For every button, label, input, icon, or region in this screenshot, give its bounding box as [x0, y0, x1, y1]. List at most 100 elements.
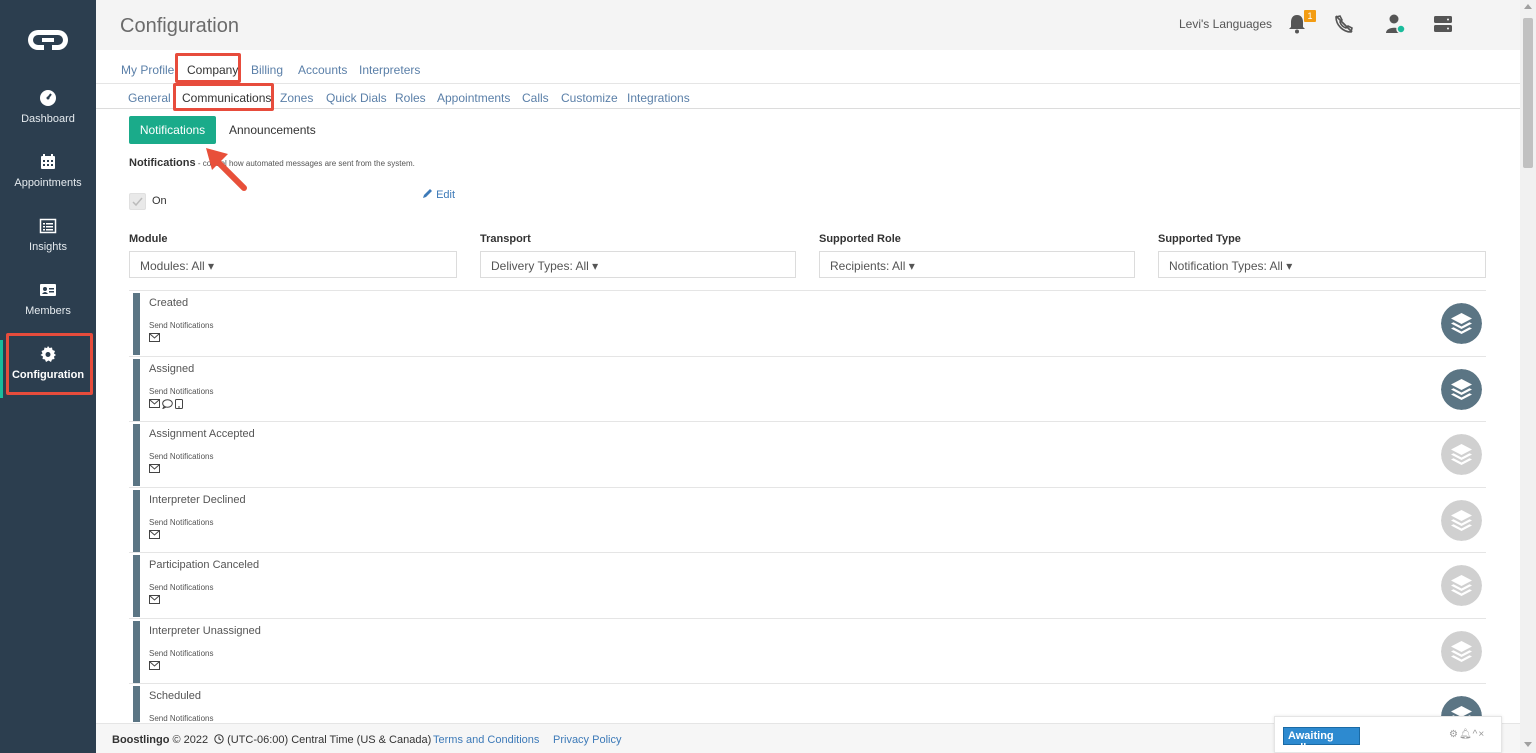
row-accent-bar: [133, 424, 140, 486]
notification-row[interactable]: Participation Canceled Send Notifications: [129, 553, 1486, 619]
edit-link[interactable]: Edit: [422, 188, 455, 201]
email-icon: [149, 398, 160, 408]
call-widget: Awaiting call... ⚙🔔︎^×: [1274, 716, 1502, 753]
call-widget-controls: ⚙🔔︎^×: [1449, 729, 1485, 740]
nav-label: Dashboard: [21, 113, 75, 125]
terms-link[interactable]: Terms and Conditions: [433, 734, 539, 746]
server-icon[interactable]: [1431, 12, 1455, 36]
row-accent-bar: [133, 555, 140, 617]
tab-roles[interactable]: Roles: [395, 91, 426, 105]
clock-icon: [214, 734, 224, 744]
scroll-up-arrow[interactable]: [1524, 4, 1532, 9]
row-title: Interpreter Unassigned: [149, 624, 261, 637]
nav-members[interactable]: Members: [0, 281, 96, 341]
row-subtitle: Send Notifications: [149, 452, 214, 461]
boostlingo-logo[interactable]: [28, 28, 68, 52]
notification-row[interactable]: Created Send Notifications: [129, 291, 1486, 357]
role-filter[interactable]: Recipients: All ▾: [819, 251, 1135, 278]
chat-icon: [161, 398, 173, 410]
nav-dashboard[interactable]: Dashboard: [0, 89, 96, 149]
row-accent-bar: [133, 620, 140, 683]
transport-filter-value: Delivery Types: All: [491, 259, 589, 273]
nav-insights[interactable]: Insights: [0, 217, 96, 277]
notifications-toggle[interactable]: [129, 193, 146, 210]
insights-icon: [39, 218, 57, 234]
nav-label: Appointments: [14, 177, 82, 189]
scrollbar[interactable]: [1520, 0, 1536, 753]
notification-row[interactable]: Assigned Send Notifications: [129, 357, 1486, 422]
row-title: Interpreter Declined: [149, 493, 246, 506]
tab-appointments[interactable]: Appointments: [437, 91, 510, 105]
dashboard-icon: [40, 90, 56, 106]
layers-icon[interactable]: [1441, 368, 1482, 410]
tab-general[interactable]: General: [128, 91, 171, 105]
layers-icon[interactable]: [1441, 434, 1482, 475]
layers-icon[interactable]: [1441, 630, 1482, 672]
filter-label-transport: Transport: [480, 233, 531, 245]
row-title: Created: [149, 297, 189, 309]
privacy-link[interactable]: Privacy Policy: [553, 734, 621, 746]
email-icon: [149, 529, 160, 539]
copyright: © 2022: [169, 734, 209, 746]
sidebar: Dashboard Appointments Insights Members …: [0, 0, 96, 753]
layers-icon[interactable]: [1441, 303, 1482, 344]
tab-calls[interactable]: Calls: [522, 91, 549, 105]
tab-zones[interactable]: Zones: [280, 91, 313, 105]
notification-row[interactable]: Interpreter Declined Send Notifications: [129, 488, 1486, 553]
caret-down-icon: ▾: [592, 259, 599, 273]
module-filter-value: Modules: All: [140, 259, 205, 273]
filter-label-role: Supported Role: [819, 233, 901, 245]
row-subtitle: Send Notifications: [149, 386, 214, 396]
row-accent-bar: [133, 686, 140, 722]
notifications-tab[interactable]: Notifications: [129, 116, 216, 144]
channel-icons: [149, 398, 185, 411]
announcements-tab[interactable]: Announcements: [229, 123, 316, 137]
close-icon[interactable]: ×: [1478, 729, 1485, 740]
module-filter[interactable]: Modules: All ▾: [129, 251, 457, 278]
row-accent-bar: [133, 358, 140, 421]
highlight-box: [175, 53, 241, 83]
notification-row[interactable]: Interpreter Unassigned Send Notifications: [129, 619, 1486, 684]
annotation-arrow: [206, 148, 247, 191]
tab-customize[interactable]: Customize: [561, 91, 618, 105]
layers-icon[interactable]: [1441, 499, 1482, 541]
notifications-description: Notifications - control how automated me…: [129, 157, 415, 169]
layers-icon[interactable]: [1441, 565, 1482, 606]
tab-interpreters[interactable]: Interpreters: [359, 63, 420, 77]
gear-icon[interactable]: ⚙: [1449, 729, 1459, 740]
top-header: Configuration Levi's Languages 1: [96, 0, 1520, 50]
check-icon: [132, 197, 143, 207]
edit-label: Edit: [436, 189, 456, 201]
highlight-box: [6, 333, 93, 395]
calendar-icon: [41, 154, 55, 169]
scroll-thumb[interactable]: [1523, 18, 1533, 168]
channel-icons: [149, 464, 162, 476]
nav-label: Insights: [29, 241, 67, 253]
row-subtitle: Send Notifications: [149, 714, 214, 722]
bell-icon[interactable]: 🔔︎: [1459, 729, 1473, 740]
row-title: Participation Canceled: [149, 559, 260, 571]
notification-row[interactable]: Assignment Accepted Send Notifications: [129, 422, 1486, 488]
row-accent-bar: [133, 489, 140, 552]
user-status-icon[interactable]: [1384, 12, 1408, 36]
scroll-down-arrow[interactable]: [1524, 742, 1532, 747]
phone-off-icon[interactable]: [1332, 12, 1356, 36]
tab-integrations[interactable]: Integrations: [627, 91, 690, 105]
mobile-icon: [175, 398, 183, 409]
channel-icons: [149, 595, 162, 607]
row-title: Assigned: [149, 362, 195, 375]
company-name[interactable]: Levi's Languages: [1179, 17, 1272, 31]
type-filter-value: Notification Types: All: [1169, 259, 1283, 273]
type-filter[interactable]: Notification Types: All ▾: [1158, 251, 1486, 278]
caret-down-icon: ▾: [908, 259, 915, 273]
tab-quick-dials[interactable]: Quick Dials: [326, 91, 387, 105]
nav-label: Members: [25, 305, 71, 317]
transport-filter[interactable]: Delivery Types: All ▾: [480, 251, 796, 278]
nav-appointments[interactable]: Appointments: [0, 153, 96, 213]
tab-accounts[interactable]: Accounts: [298, 63, 347, 77]
filter-label-module: Module: [129, 233, 168, 245]
tab-my-profile[interactable]: My Profile: [121, 63, 174, 77]
tab-billing[interactable]: Billing: [251, 63, 283, 77]
call-status[interactable]: Awaiting call...: [1283, 727, 1360, 753]
notification-list: Created Send Notifications Assigned Send No…: [129, 290, 1486, 722]
